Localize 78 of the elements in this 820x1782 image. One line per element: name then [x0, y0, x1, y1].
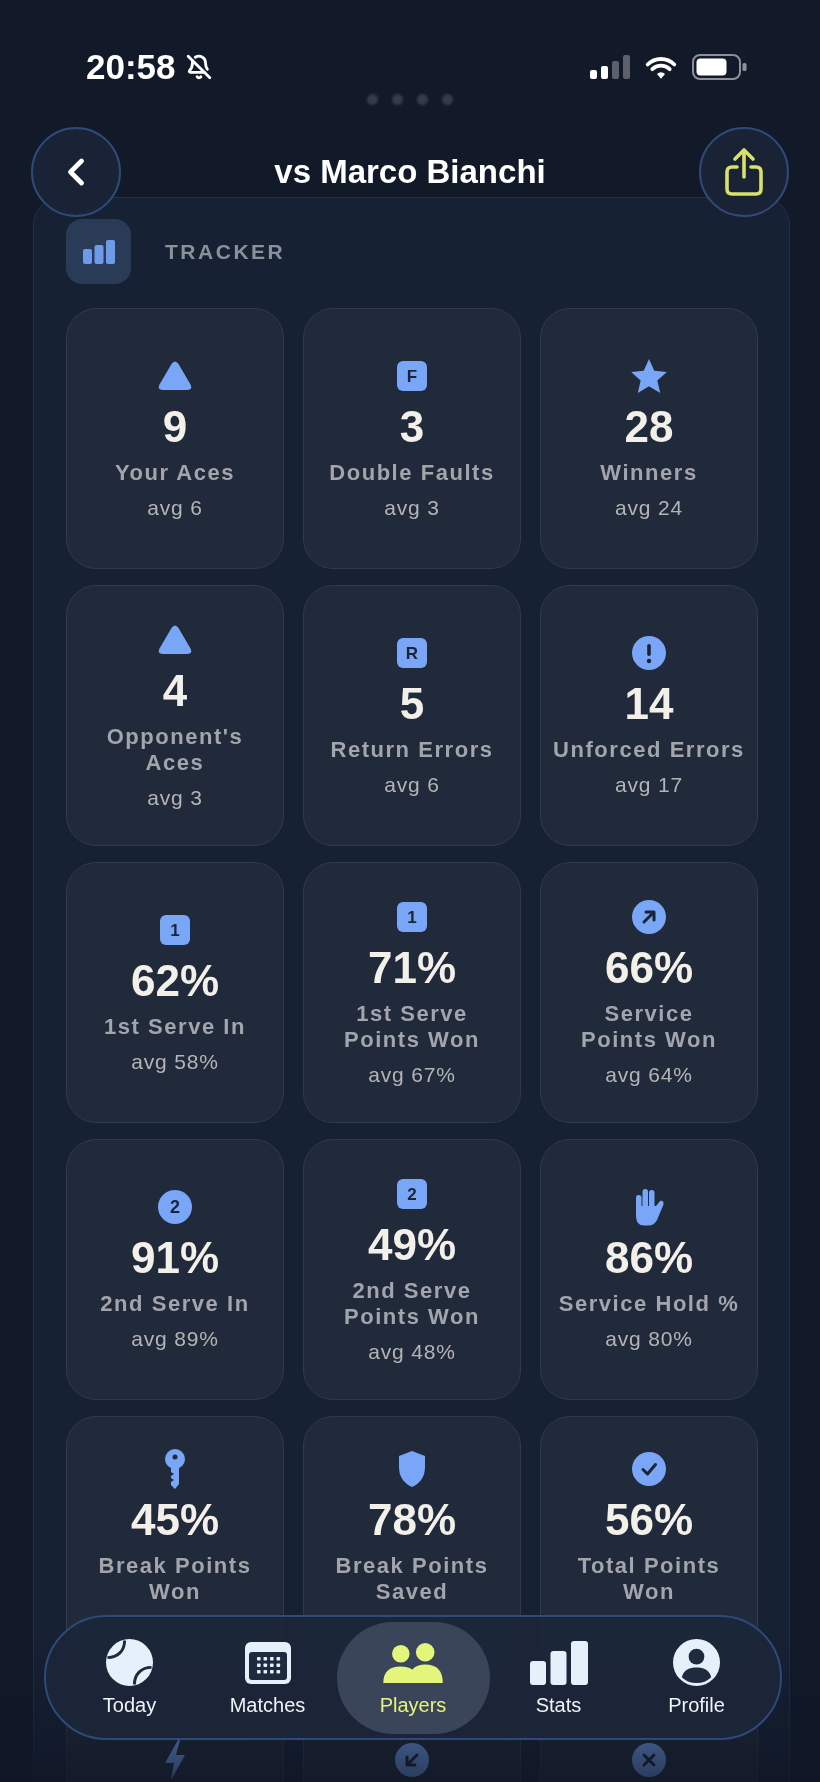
arrow-up-right-circle-icon	[632, 900, 666, 934]
clock-time: 20:58	[86, 47, 176, 87]
average-text: avg 17	[614, 772, 684, 798]
section-title: TRACKER	[165, 238, 286, 265]
average-text: avg 6	[384, 772, 440, 798]
average-text: avg 64%	[605, 1062, 693, 1088]
tab-bar-item[interactable]: Players	[336, 1621, 490, 1734]
signal-icon	[590, 55, 630, 79]
stat-label: Service Hold %	[558, 1291, 740, 1317]
average-text: avg 3	[147, 785, 203, 811]
letter-square: 2	[397, 1179, 427, 1209]
letter-square: R	[397, 638, 427, 668]
tab-bar-item[interactable]: Stats	[489, 1621, 628, 1734]
arrow-down-left-circle-icon	[395, 1743, 429, 1777]
tab-bar-item[interactable]: Profile	[627, 1621, 766, 1734]
triangle-icon	[158, 625, 192, 655]
stat-label: Break Points Won	[98, 1552, 252, 1605]
stat-label: Your Aces	[114, 460, 236, 486]
average-text: avg 89%	[131, 1326, 219, 1352]
stat-label: Double Faults	[329, 460, 495, 486]
stat-value: 78%	[367, 1494, 457, 1545]
tab-bar-item[interactable]: Today	[60, 1621, 199, 1734]
screen-title: vs Marco Bianchi	[274, 152, 546, 192]
stat-value: 56%	[604, 1494, 694, 1545]
stat-value: 62%	[130, 956, 220, 1006]
exclamation-circle-icon	[632, 636, 666, 670]
average-text: avg 58%	[131, 1049, 219, 1075]
stat-value: 9	[162, 402, 188, 452]
stat-label: Unforced Errors	[553, 737, 745, 763]
battery-icon	[692, 54, 748, 80]
tennis-ball-icon	[106, 1639, 153, 1686]
average-text: avg 80%	[605, 1326, 693, 1352]
stat-value: 28	[624, 402, 674, 452]
wifi-icon	[644, 54, 678, 80]
shield-icon	[398, 1450, 426, 1487]
stat-label: Service Points Won	[581, 1001, 717, 1053]
average-text: avg 24	[614, 495, 684, 521]
stat-label: 2nd Serve In	[100, 1291, 250, 1317]
letter-square: 1	[160, 915, 190, 945]
stat-label: 1st Serve Points Won	[344, 1001, 480, 1053]
average-text: avg 67%	[368, 1062, 456, 1088]
average-text: avg 3	[384, 495, 440, 521]
letter-square: F	[397, 361, 427, 391]
people-icon	[381, 1642, 445, 1683]
stat-value: 45%	[130, 1494, 220, 1545]
stat-label: Winners	[600, 460, 698, 486]
star-icon	[631, 359, 667, 393]
stat-value: 86%	[604, 1233, 694, 1283]
bar-chart-icon	[66, 219, 131, 284]
share-icon	[724, 147, 764, 197]
stat-value: 66%	[604, 943, 694, 993]
tab-bar-item[interactable]: Matches	[198, 1621, 337, 1734]
bar-chart-icon	[529, 1640, 588, 1685]
average-text: avg 48%	[368, 1339, 456, 1365]
stat-label: Total Points Won	[577, 1552, 721, 1605]
stat-value: 3	[399, 402, 425, 452]
triangle-icon	[158, 361, 192, 391]
stat-label: 1st Serve In	[104, 1014, 246, 1040]
key-icon	[164, 1448, 186, 1489]
stat-value: 91%	[130, 1233, 220, 1283]
hand-icon	[634, 1188, 664, 1226]
stat-value: 49%	[367, 1220, 457, 1270]
stat-value: 4	[162, 666, 188, 716]
stat-value: 14	[624, 679, 674, 729]
x-circle-icon	[632, 1743, 666, 1777]
profile-icon	[673, 1639, 720, 1686]
bell-off-icon	[185, 54, 212, 80]
stat-value: 71%	[367, 943, 457, 993]
lightning-icon	[163, 1740, 187, 1780]
stat-label: Return Errors	[330, 737, 494, 763]
average-text: avg 6	[147, 495, 203, 521]
check-circle-icon	[632, 1451, 666, 1486]
calendar-icon	[244, 1641, 291, 1684]
stat-label: Break Points Saved	[335, 1552, 489, 1605]
stat-label: 2nd Serve Points Won	[344, 1278, 480, 1330]
stat-value: 5	[399, 679, 425, 729]
stat-label: Opponent's Aces	[106, 724, 244, 776]
letter-square: 1	[397, 902, 427, 932]
